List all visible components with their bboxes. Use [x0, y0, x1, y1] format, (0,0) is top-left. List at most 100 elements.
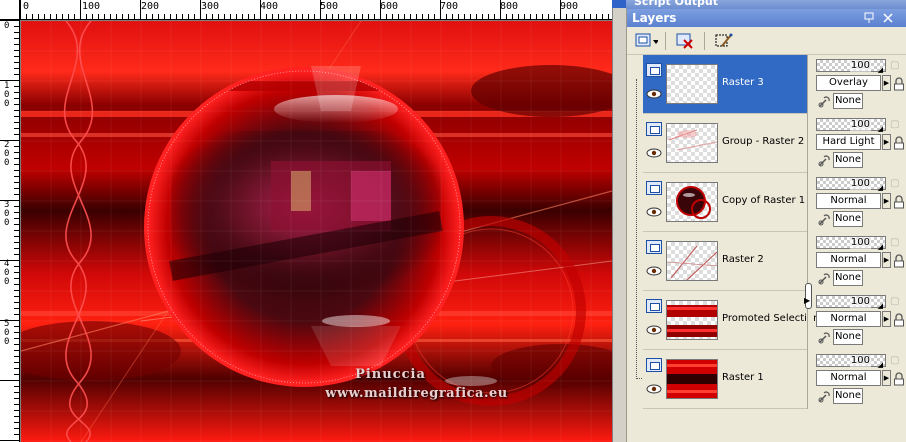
layer-row-promoted-selection[interactable]: Promoted Selection: [643, 291, 819, 350]
layer-thumbnail: [666, 123, 718, 163]
lock-icon[interactable]: [893, 77, 905, 91]
ruler-digit: 0: [4, 268, 10, 278]
link-icon[interactable]: [818, 389, 832, 403]
horizontal-ruler[interactable]: 0 100 200 300 400 500 600 700 800 900: [20, 0, 612, 20]
chevron-right-icon[interactable]: ▶: [882, 75, 891, 91]
transparency-lock-icon[interactable]: ▢: [890, 237, 902, 248]
layer-properties-row: 100 ◢ ▢ Normal ▶ None: [815, 173, 906, 232]
layer-row-raster-1[interactable]: Raster 1: [643, 350, 807, 409]
layer-row-copy-of-raster-1[interactable]: Copy of Raster 1: [643, 173, 807, 232]
layer-list[interactable]: Raster 3 Group - Raster 2 Copy of Raster…: [633, 55, 819, 409]
opacity-slider[interactable]: 100 ◢: [816, 118, 886, 133]
opacity-slider[interactable]: 100 ◢: [816, 236, 886, 251]
layer-properties-column: 100 ◢ ▢ Overlay ▶ None 100 ◢ ▢ Hard Ligh…: [815, 55, 906, 409]
layer-properties-button[interactable]: [711, 30, 737, 52]
ruler-label: 400: [260, 1, 279, 12]
link-icon[interactable]: [818, 212, 832, 226]
opacity-slider[interactable]: 100 ◢: [816, 59, 886, 74]
layer-properties-row: 100 ◢ ▢ Normal ▶ None: [815, 350, 906, 409]
visibility-eye-icon[interactable]: [646, 207, 662, 217]
ruler-digit: 3: [4, 199, 10, 210]
ruler-ticks-left: [0, 20, 19, 441]
layer-name: Copy of Raster 1: [722, 195, 806, 206]
close-icon[interactable]: [882, 12, 894, 24]
ruler-digit: 0: [4, 158, 10, 168]
blend-mode-dropdown[interactable]: Normal: [816, 252, 881, 268]
transparency-lock-icon[interactable]: ▢: [890, 296, 902, 307]
visibility-eye-icon[interactable]: [646, 266, 662, 276]
link-icon[interactable]: [818, 271, 832, 285]
visibility-eye-icon[interactable]: [646, 325, 662, 335]
chevron-down-icon[interactable]: ◢: [878, 361, 883, 369]
new-layer-button[interactable]: [633, 30, 659, 52]
chevron-down-icon[interactable]: ◢: [878, 66, 883, 74]
layers-palette-footer: [627, 409, 906, 442]
transparency-lock-icon[interactable]: ▢: [890, 119, 902, 130]
link-set-dropdown[interactable]: None: [833, 93, 863, 109]
blend-mode-dropdown[interactable]: Normal: [816, 370, 881, 386]
chevron-down-icon[interactable]: ◢: [878, 125, 883, 133]
chevron-right-icon[interactable]: ▶: [882, 370, 891, 386]
chevron-right-icon[interactable]: ▶: [882, 193, 891, 209]
transparency-lock-icon[interactable]: ▢: [890, 178, 902, 189]
ruler-label: 200: [141, 1, 160, 12]
layer-row-raster-3[interactable]: Raster 3: [643, 55, 807, 114]
layers-palette[interactable]: Layers Raster 3 Group - Raster 2 Copy of…: [626, 9, 906, 442]
toolbar-separator: [665, 31, 666, 50]
canvas-artwork: [21, 21, 612, 442]
transparency-lock-icon[interactable]: ▢: [890, 60, 902, 71]
blend-mode-dropdown[interactable]: Hard Light: [816, 134, 881, 150]
link-set-dropdown[interactable]: None: [833, 152, 863, 168]
lock-icon[interactable]: [893, 372, 905, 386]
toolbar-separator: [704, 31, 705, 50]
opacity-slider[interactable]: 100 ◢: [816, 295, 886, 310]
layer-properties-icon: [715, 33, 733, 47]
layer-row-raster-2[interactable]: Raster 2: [643, 232, 807, 291]
palette-splitter[interactable]: ▶: [804, 55, 813, 409]
chevron-right-icon[interactable]: ▶: [882, 311, 891, 327]
transparency-lock-icon[interactable]: ▢: [890, 355, 902, 366]
blend-mode-dropdown[interactable]: Normal: [816, 193, 881, 209]
layer-name: Raster 2: [722, 254, 764, 265]
blend-mode-dropdown[interactable]: Overlay: [816, 75, 881, 91]
link-icon[interactable]: [818, 94, 832, 108]
image-canvas[interactable]: Pinuccia www.maildiregrafica.eu: [21, 21, 612, 442]
image-window[interactable]: 0 100 200 300 400 500 600 700 800 900 01…: [0, 0, 612, 442]
link-set-dropdown[interactable]: None: [833, 329, 863, 345]
visibility-eye-icon[interactable]: [646, 89, 662, 99]
lock-icon[interactable]: [893, 136, 905, 150]
lock-icon[interactable]: [893, 254, 905, 268]
chevron-down-icon[interactable]: ◢: [878, 184, 883, 192]
lock-icon[interactable]: [893, 313, 905, 327]
chevron-down-icon[interactable]: ◢: [878, 243, 883, 251]
delete-layer-button[interactable]: [672, 30, 698, 52]
lock-icon[interactable]: [893, 195, 905, 209]
window-divider[interactable]: [612, 0, 626, 442]
opacity-slider[interactable]: 100 ◢: [816, 177, 886, 192]
raster-layer-icon: [646, 299, 662, 313]
layer-row-group-raster-2[interactable]: Group - Raster 2: [643, 114, 807, 173]
blend-mode-dropdown[interactable]: Normal: [816, 311, 881, 327]
link-set-dropdown[interactable]: None: [833, 270, 863, 286]
chevron-right-icon[interactable]: ▶: [882, 134, 891, 150]
chevron-right-icon[interactable]: ▶: [804, 296, 810, 305]
raster-layer-icon: [646, 240, 662, 254]
link-icon[interactable]: [818, 330, 832, 344]
link-set-dropdown[interactable]: None: [833, 388, 863, 404]
vertical-ruler[interactable]: 0100200300400500: [0, 20, 20, 442]
script-output-palette[interactable]: Script Output: [626, 0, 906, 9]
layers-titlebar[interactable]: Layers: [627, 9, 906, 27]
group-layer-icon: [646, 122, 662, 136]
chevron-down-icon[interactable]: ◢: [878, 302, 883, 310]
opacity-slider[interactable]: 100 ◢: [816, 354, 886, 369]
visibility-eye-icon[interactable]: [646, 148, 662, 158]
opacity-value: 100: [849, 237, 871, 249]
chevron-right-icon[interactable]: ▶: [882, 252, 891, 268]
ruler-digit: 4: [4, 259, 10, 269]
link-set-dropdown[interactable]: None: [833, 211, 863, 227]
layer-name: Promoted Selection: [722, 313, 820, 324]
ruler-digit: 0: [4, 21, 10, 31]
pin-icon[interactable]: [863, 12, 875, 24]
visibility-eye-icon[interactable]: [646, 384, 662, 394]
link-icon[interactable]: [818, 153, 832, 167]
